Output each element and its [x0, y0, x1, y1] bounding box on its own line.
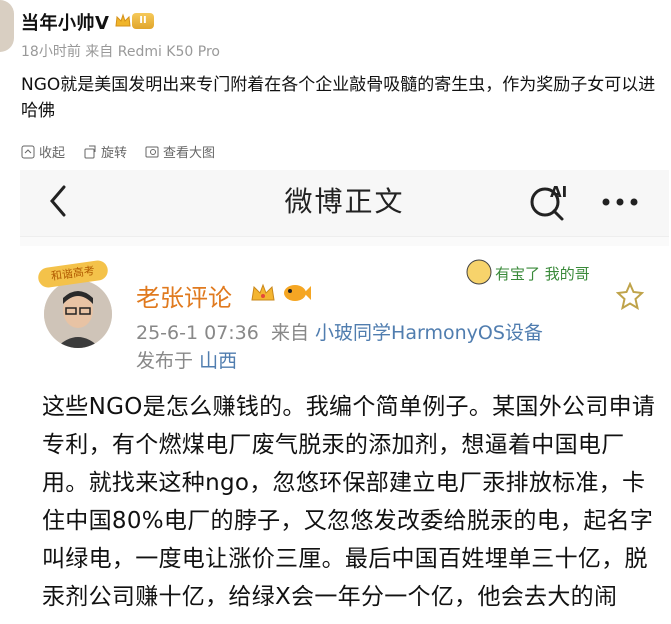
more-icon — [602, 198, 638, 206]
inner-source-prefix: 来自 — [270, 322, 309, 344]
inner-body-text: 这些NGO是怎么赚钱的。我编个简单例子。某国外公司申请专利，有个燃煤电厂废气脱汞… — [42, 394, 656, 610]
inner-meta: 25-6-1 07:36 来自 小玻同学HarmonyOS设备 — [136, 318, 543, 345]
post-text: NGO就是美国发明出来专门附着在各个企业敲骨吸髓的寄生虫，作为奖励子女可以进哈佛 — [21, 75, 656, 121]
location-name: 山西 — [199, 350, 238, 372]
inner-post-card: 和谐高考 老张评论 有宝了 我的哥 25-6-1 07:36 来自 小玻同学Ha… — [20, 246, 669, 624]
ai-label: AI — [550, 183, 567, 201]
level-badge: II — [132, 13, 154, 29]
view-image-icon — [145, 146, 159, 157]
post-source: 来自 Redmi K50 Pro — [85, 44, 220, 60]
post-meta: 18小时前 来自 Redmi K50 Pro — [21, 41, 220, 61]
screenshot-header: 微博正文 AI — [20, 170, 669, 237]
inner-source-device[interactable]: 小玻同学HarmonyOS设备 — [315, 322, 543, 344]
avatar[interactable] — [0, 0, 14, 52]
sticker-image: 有宝了 我的哥 — [466, 259, 590, 285]
rotate-icon — [84, 145, 96, 158]
crown-icon — [251, 283, 275, 301]
fish-badge-icon — [284, 285, 311, 301]
collapse-icon — [21, 145, 35, 158]
location-prefix: 发布于 — [136, 350, 194, 372]
image-actions: 收起 旋转 查看大图 — [21, 142, 215, 161]
ai-search-icon: AI — [530, 183, 567, 221]
view-image-button[interactable]: 查看大图 — [145, 142, 215, 161]
embedded-screenshot[interactable]: 微博正文 AI 和谐高考 老张评论 有宝了 我的哥 25-6-1 07:36 来… — [20, 170, 669, 624]
username[interactable]: 当年小帅V — [21, 9, 109, 35]
inner-avatar — [44, 280, 112, 348]
rotate-button[interactable]: 旋转 — [83, 142, 127, 161]
collapse-button[interactable]: 收起 — [21, 142, 65, 161]
view-image-label: 查看大图 — [163, 146, 216, 161]
person-avatar-icon — [44, 280, 112, 348]
inner-location: 发布于 山西 — [136, 346, 237, 373]
crown-icon — [115, 13, 131, 27]
collapse-label: 收起 — [39, 146, 66, 161]
favorite-star-icon[interactable] — [616, 282, 644, 310]
post-time: 18小时前 — [21, 44, 81, 60]
inner-author: 老张评论 — [136, 284, 232, 312]
sticker-text: 有宝了 我的哥 — [495, 265, 590, 283]
rotate-label: 旋转 — [101, 146, 128, 161]
inner-timestamp: 25-6-1 07:36 — [136, 322, 259, 344]
